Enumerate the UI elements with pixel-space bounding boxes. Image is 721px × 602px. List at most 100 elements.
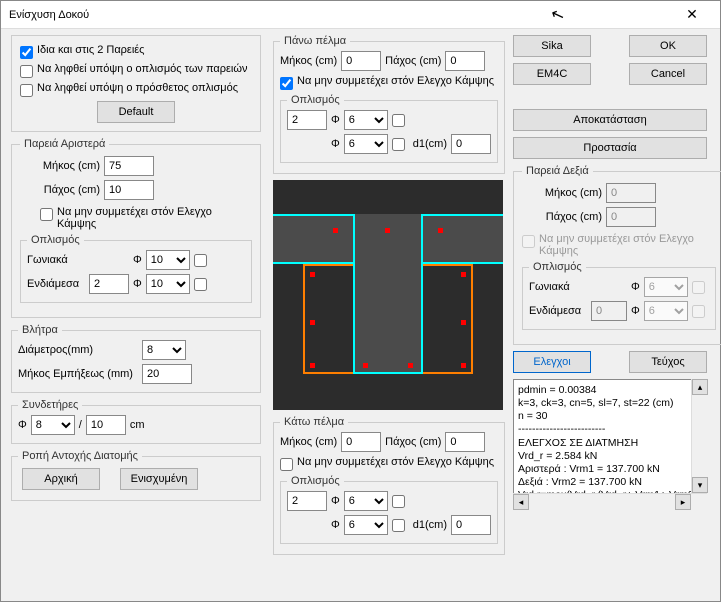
moment-legend: Ροπή Αντοχής Διατομής xyxy=(18,450,142,462)
use-flange-rebar-checkbox[interactable] xyxy=(20,65,33,78)
phi-label-6: Φ xyxy=(331,495,340,507)
top-d1cm-input[interactable] xyxy=(451,134,491,154)
default-button[interactable]: Default xyxy=(97,101,175,123)
top-len-input[interactable] xyxy=(341,51,381,71)
right-length-input xyxy=(606,183,656,203)
phi-label: Φ xyxy=(133,254,142,266)
same-both-label: Ιδια και στις 2 Παρειές xyxy=(37,44,252,56)
top-bend-checkbox[interactable] xyxy=(280,77,293,90)
report-button[interactable]: Τεύχος xyxy=(629,351,707,373)
bot-th-label: Πάχος (cm) xyxy=(385,436,441,448)
scroll-up-icon[interactable]: ▴ xyxy=(692,379,708,395)
phi-label-9: Φ xyxy=(631,305,640,317)
original-moment-button[interactable]: Αρχική xyxy=(22,468,100,490)
bot-r2-checkbox[interactable] xyxy=(392,519,405,532)
right-corner-checkbox xyxy=(692,281,705,294)
use-additional-rebar-checkbox[interactable] xyxy=(20,84,33,97)
bot-d1-select[interactable]: 6 xyxy=(344,491,388,511)
anchor-diam-select[interactable]: 8 xyxy=(142,340,186,360)
top-bend-label: Να μην συμμετέχει στόν Ελεγχο Κάμψης xyxy=(297,75,498,87)
right-bend-label: Να μην συμμετέχει στόν Ελεγχο Κάμψης xyxy=(539,233,716,257)
left-bend-label: Να μην συμμετέχει στόν Ελεγχο Κάμψης xyxy=(57,206,252,230)
right-flange-legend: Παρειά Δεξιά xyxy=(522,165,593,177)
left-flange-legend: Παρειά Αριστερά xyxy=(20,138,109,150)
top-d1cm-label: d1(cm) xyxy=(413,138,447,150)
bot-d1cm-input[interactable] xyxy=(451,515,491,535)
right-mid-diam-select: 6 xyxy=(644,301,688,321)
window-title: Ενίσχυση Δοκού xyxy=(9,9,672,21)
bot-len-label: Μήκος (cm) xyxy=(280,436,337,448)
left-corner-diam-select[interactable]: 10 xyxy=(146,250,190,270)
left-mid-diam-select[interactable]: 10 xyxy=(146,274,190,294)
cancel-button[interactable]: Cancel xyxy=(629,63,707,85)
phi-label-7: Φ xyxy=(331,519,340,531)
section-preview xyxy=(273,180,503,410)
ok-button[interactable]: OK xyxy=(629,35,707,57)
phi-label-3: Φ xyxy=(18,419,27,431)
log-output[interactable]: pdmin = 0.00384 k=3, ck=3, cn=5, sl=7, s… xyxy=(513,379,707,509)
ties-diam-select[interactable]: 8 xyxy=(31,415,75,435)
top-len-label: Μήκος (cm) xyxy=(280,55,337,67)
bot-flange-legend: Κάτω πέλμα xyxy=(280,416,348,428)
right-thick-input xyxy=(606,207,656,227)
phi-label-5: Φ xyxy=(331,138,340,150)
phi-label-8: Φ xyxy=(631,281,640,293)
left-mid-count-input[interactable] xyxy=(89,274,129,294)
top-th-input[interactable] xyxy=(445,51,485,71)
left-mid-label: Ενδιάμεσα xyxy=(27,278,85,290)
anchor-embed-input[interactable] xyxy=(142,364,192,384)
reinforced-moment-button[interactable]: Ενισχυμένη xyxy=(120,468,198,490)
right-mid-count-input xyxy=(591,301,627,321)
left-bend-checkbox[interactable] xyxy=(40,208,53,221)
left-length-input[interactable] xyxy=(104,156,154,176)
close-icon[interactable]: ✕ xyxy=(672,6,712,23)
left-thick-label: Πάχος (cm) xyxy=(20,184,100,196)
bot-bend-label: Να μην συμμετέχει στόν Ελεγχο Κάμψης xyxy=(297,456,498,468)
bot-n1-input[interactable] xyxy=(287,491,327,511)
scroll-down-icon[interactable]: ▾ xyxy=(692,477,708,493)
left-corner-checkbox[interactable] xyxy=(194,254,207,267)
ties-spacing-input[interactable] xyxy=(86,415,126,435)
anchor-diam-label: Διάμετρος(mm) xyxy=(18,344,138,356)
bot-r1-checkbox[interactable] xyxy=(392,495,405,508)
bot-bend-checkbox[interactable] xyxy=(280,458,293,471)
bot-th-input[interactable] xyxy=(445,432,485,452)
left-mid-checkbox[interactable] xyxy=(194,278,207,291)
anchors-legend: Βλήτρα xyxy=(18,324,62,336)
bot-len-input[interactable] xyxy=(341,432,381,452)
scroll-right-icon[interactable]: ▸ xyxy=(675,494,691,510)
same-both-checkbox[interactable] xyxy=(20,46,33,59)
top-n1-input[interactable] xyxy=(287,110,327,130)
protect-button[interactable]: Προστασία xyxy=(513,137,707,159)
phi-label-4: Φ xyxy=(331,114,340,126)
right-thick-label: Πάχος (cm) xyxy=(522,211,602,223)
left-thick-input[interactable] xyxy=(104,180,154,200)
restore-button[interactable]: Αποκατάσταση xyxy=(513,109,707,131)
scroll-left-icon[interactable]: ◂ xyxy=(513,494,529,510)
top-d1-select[interactable]: 6 xyxy=(344,110,388,130)
bot-d1cm-label: d1(cm) xyxy=(413,519,447,531)
top-rebar-legend: Οπλισμός xyxy=(287,94,344,106)
top-d2-select[interactable]: 6 xyxy=(344,134,388,154)
bot-d2-select[interactable]: 6 xyxy=(344,515,388,535)
right-mid-checkbox xyxy=(692,305,705,318)
use-flange-rebar-label: Να ληφθεί υπόψη ο οπλισμός των παρειών xyxy=(37,63,252,75)
right-rebar-legend: Οπλισμός xyxy=(529,261,586,273)
phi-label-2: Φ xyxy=(133,278,142,290)
top-r2-checkbox[interactable] xyxy=(392,138,405,151)
right-corner-label: Γωνιακά xyxy=(529,281,587,293)
right-corner-diam-select: 6 xyxy=(644,277,688,297)
log-vscroll[interactable]: ▴ ▾ xyxy=(691,379,707,493)
em4c-button[interactable]: EM4C xyxy=(513,63,591,85)
use-additional-rebar-label: Να ληφθεί υπόψη ο πρόσθετος οπλισμός xyxy=(37,82,252,94)
right-length-label: Μήκος (cm) xyxy=(522,187,602,199)
top-r1-checkbox[interactable] xyxy=(392,114,405,127)
bot-rebar-legend: Οπλισμός xyxy=(287,475,344,487)
sika-button[interactable]: Sika xyxy=(513,35,591,57)
top-flange-legend: Πάνω πέλμα xyxy=(280,35,350,47)
log-hscroll[interactable]: ◂ ▸ xyxy=(513,493,707,509)
left-length-label: Μήκος (cm) xyxy=(20,160,100,172)
ties-slash: / xyxy=(79,419,82,431)
checks-button[interactable]: Ελεγχοι xyxy=(513,351,591,373)
anchor-embed-label: Μήκος Εμπήξεως (mm) xyxy=(18,368,138,380)
